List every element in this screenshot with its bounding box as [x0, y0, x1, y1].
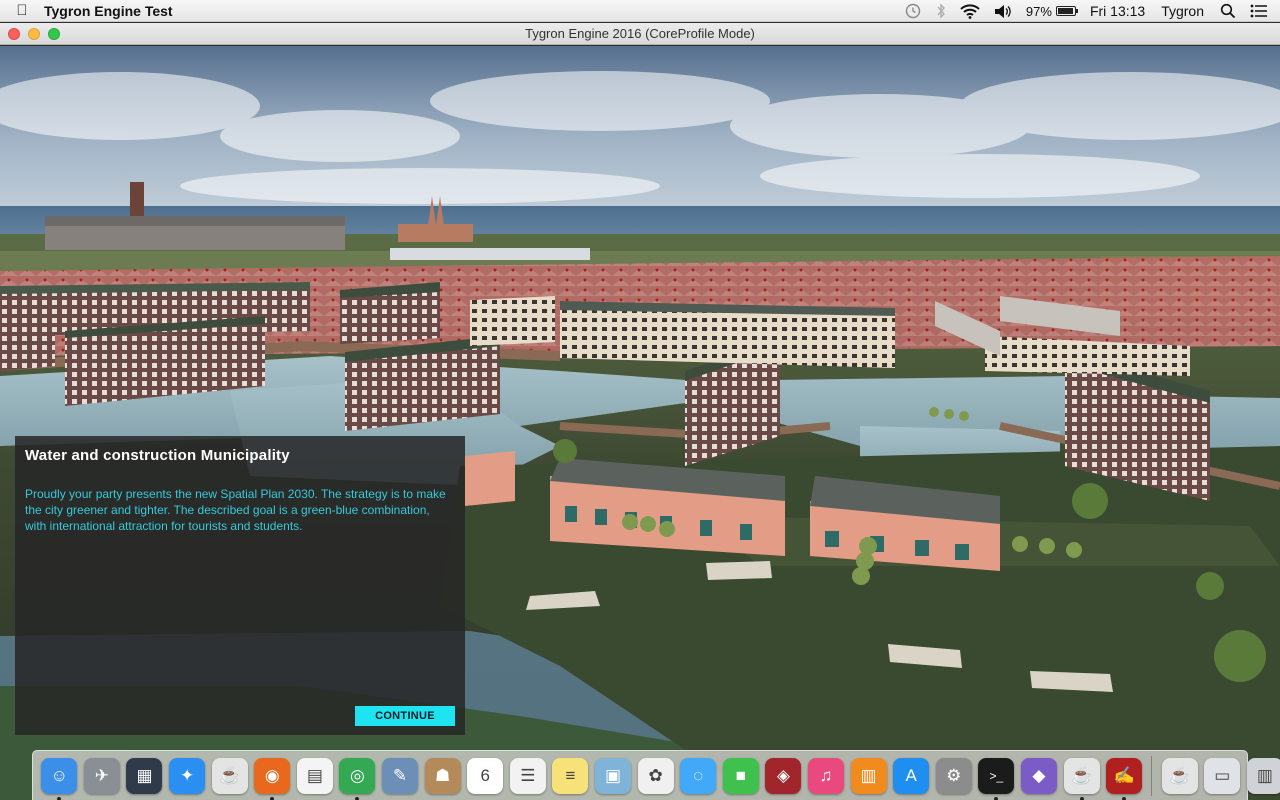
- downloads-icon[interactable]: ▭: [1204, 757, 1241, 794]
- dock-item-glyph: ◆: [1032, 765, 1046, 785]
- dock-item-glyph: ☗: [435, 765, 451, 785]
- dock-item-glyph: ◈: [776, 765, 790, 785]
- notes-icon[interactable]: ≡: [552, 757, 589, 794]
- wifi-icon[interactable]: [960, 3, 980, 19]
- close-window-button[interactable]: [8, 28, 20, 40]
- battery-status[interactable]: 97%: [1025, 3, 1078, 19]
- launchpad-icon[interactable]: ✈: [83, 757, 120, 794]
- dock-item-glyph: ▭: [1214, 765, 1231, 785]
- story-dialog: Water and construction Municipality Prou…: [15, 436, 465, 735]
- bluetooth-icon[interactable]: [936, 3, 946, 19]
- script-icon[interactable]: ✍: [1106, 757, 1143, 800]
- dialog-title: Water and construction Municipality: [25, 447, 290, 464]
- apple-icon[interactable]: : [0, 2, 44, 19]
- safari-icon[interactable]: ✦: [169, 757, 206, 794]
- terminal-icon[interactable]: >_: [978, 757, 1015, 800]
- dock-item-glyph: ✍: [1113, 765, 1135, 785]
- continue-button[interactable]: CONTINUE: [355, 706, 455, 726]
- dock-item-glyph: 6: [480, 765, 490, 785]
- finder-icon[interactable]: ☺: [41, 757, 78, 800]
- dock-item-glyph: ◎: [350, 765, 365, 785]
- search-icon[interactable]: [1220, 3, 1236, 19]
- coffee-icon[interactable]: ☕: [1063, 757, 1100, 800]
- dock-item-glyph: ▤: [306, 765, 323, 785]
- itunes-icon[interactable]: ♫: [807, 757, 844, 794]
- notification-center-icon[interactable]: [1250, 4, 1268, 18]
- coffee-icon[interactable]: ☕: [211, 757, 248, 794]
- trash-icon[interactable]: ▥: [1246, 757, 1280, 794]
- dock-item-glyph: ▣: [604, 765, 622, 785]
- dock-item-glyph: ■: [735, 765, 746, 785]
- dock-item-glyph: ✈: [94, 765, 110, 785]
- chrome-icon[interactable]: ◎: [339, 757, 376, 800]
- dialog-body: Proudly your party presents the new Spat…: [25, 487, 446, 533]
- dock-item-glyph: ✦: [179, 765, 195, 785]
- dock: ☺ ✈ ▦ ✦ ☕ ◉ ▤ ◎ ✎ ☗ 6 ☰ ≡ ▣ ✿ ◌ ■ ◈ ♫ ▥ A ⚙ >_ ◆ ☕ ✍ ☕ ▭ ▥: [32, 750, 1280, 800]
- zoom-window-button[interactable]: [48, 28, 60, 40]
- photo-booth-icon[interactable]: ◈: [765, 757, 802, 794]
- dock-separator: [1151, 755, 1153, 796]
- menu-bar:  Tygron Engine Test 97% Fri 13:13 Tygro…: [0, 0, 1280, 22]
- gear-icon[interactable]: ⚙: [935, 757, 972, 794]
- photo-viewer-icon[interactable]: ▣: [595, 757, 632, 794]
- status-area: 97% Fri 13:13 Tygron: [904, 0, 1280, 22]
- grid-icon[interactable]: ▤: [296, 757, 333, 794]
- messages-icon[interactable]: ◌: [680, 757, 717, 794]
- mission-control-icon[interactable]: ▦: [126, 757, 163, 794]
- volume-icon[interactable]: [994, 4, 1012, 19]
- dock-item-glyph: ⚙: [946, 765, 962, 785]
- calendar-icon[interactable]: 6: [467, 757, 504, 794]
- app-store-icon[interactable]: A: [893, 757, 930, 794]
- battery-fill: [1057, 8, 1074, 14]
- dock-item-glyph: ☕: [219, 765, 241, 785]
- dock-item-glyph: ◌: [693, 765, 704, 785]
- dock-item-glyph: ♫: [819, 765, 833, 785]
- time-machine-icon[interactable]: [904, 3, 922, 19]
- window-title-bar: Tygron Engine 2016 (CoreProfile Mode): [0, 23, 1280, 45]
- dock-item-glyph: ▥: [860, 765, 877, 785]
- dock-item-glyph: A: [905, 765, 917, 785]
- contacts-icon[interactable]: ☗: [424, 757, 461, 794]
- firefox-icon[interactable]: ◉: [254, 757, 291, 800]
- app-menu-name[interactable]: Tygron Engine Test: [44, 3, 173, 19]
- dock-item-glyph: ◉: [264, 765, 280, 785]
- minimize-window-button[interactable]: [28, 28, 40, 40]
- battery-percent: 97%: [1025, 3, 1052, 19]
- dock-item-glyph: ✎: [392, 765, 408, 785]
- window-controls: [8, 28, 60, 40]
- user-name[interactable]: Tygron: [1161, 3, 1204, 19]
- dock-item-glyph: ▥: [1256, 765, 1273, 785]
- preview-icon[interactable]: ✎: [382, 757, 419, 794]
- dock-item-glyph: ☺: [50, 765, 68, 785]
- dock-item-glyph: ▦: [136, 765, 153, 785]
- dock-item-glyph: ≡: [565, 765, 576, 785]
- github-icon[interactable]: ◆: [1020, 757, 1057, 794]
- ibooks-icon[interactable]: ▥: [850, 757, 887, 794]
- dock-item-glyph: ☰: [520, 765, 536, 785]
- dock-item-glyph: ☕: [1070, 765, 1093, 785]
- window-title: Tygron Engine 2016 (CoreProfile Mode): [525, 26, 755, 41]
- photos-icon[interactable]: ✿: [637, 757, 674, 794]
- reminders-icon[interactable]: ☰: [509, 757, 546, 794]
- battery-icon: [1055, 6, 1078, 16]
- dock-item-glyph: ☕: [1169, 765, 1191, 785]
- facetime-icon[interactable]: ■: [722, 757, 759, 794]
- clock[interactable]: Fri 13:13: [1090, 3, 1145, 19]
- dock-item-glyph: >_: [989, 768, 1004, 783]
- dock-item-glyph: ✿: [648, 765, 663, 785]
- coffee-icon[interactable]: ☕: [1161, 757, 1198, 794]
